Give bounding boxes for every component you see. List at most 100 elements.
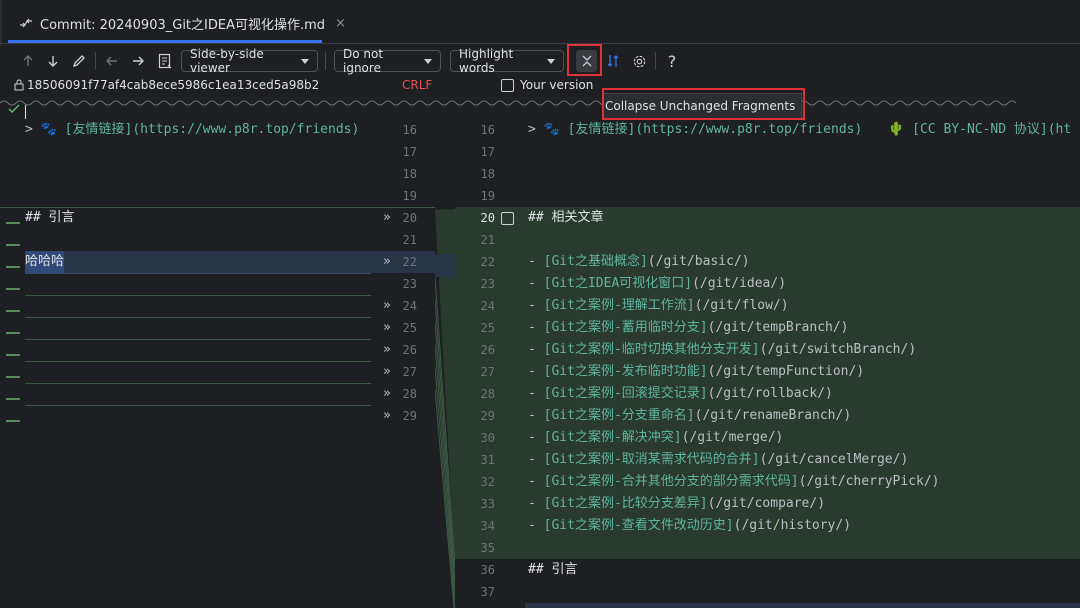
highlight-box [567,44,602,76]
left-modified-text: 哈哈哈 [25,251,65,273]
related-article-item: - [Git之案例-解决冲突](/git/merge/) [528,430,784,445]
modified-line-bg [525,603,1080,608]
right-pane[interactable]: > 🐾 [友情链接](https://www.p8r.top/friends) … [525,109,1080,608]
left-gutter: 16 17 18 19 20 » 21 22 » 23 24 » 25 » 26… [371,109,435,608]
paw-icon: 🐾 [40,122,57,137]
cactus-icon: 🌵 [888,122,905,137]
line-number: 25 [480,321,495,335]
left-heading: ## 引言 [25,210,75,225]
related-article-item: - [Git之案例-发布临时功能](/git/tempFunction/) [528,364,865,379]
line-number: 30 [480,431,495,445]
related-article-item: - [Git之案例-蓄用临时分支](/git/tempBranch/) [528,320,849,335]
sync-scroll-icon[interactable] [604,50,624,72]
line-number: 29 [480,409,495,423]
line-number: 26 [480,343,495,357]
line-number: 21 [480,233,495,247]
line-number: 24 [402,299,417,313]
file-list-icon[interactable] [155,50,175,72]
line-number: 27 [402,365,417,379]
left-line-16: > 🐾 [友情链接](https://www.p8r.top/friends) [25,122,360,137]
modified-line-bg [25,251,371,273]
line-number: 28 [480,387,495,401]
apply-change-icon[interactable]: » [383,405,391,427]
line-number: 23 [402,277,417,291]
related-article-item: - [Git之案例-合并其他分支的部分需求代码](/git/cherryPick… [528,474,940,489]
toolbar-separator [325,52,326,70]
apply-change-icon[interactable]: » [383,207,391,229]
related-article-item: - [Git之案例-回滚提交记录](/git/rollback/) [528,386,833,401]
revision-hash: 18506091f77af4cab8ece5986c1ea13ced5a98b2 [27,78,320,92]
apply-change-icon[interactable]: » [383,361,391,383]
apply-change-icon[interactable]: » [383,383,391,405]
collapsed-fragment-divider[interactable] [0,97,1080,109]
change-marker [6,266,20,268]
change-marker [6,310,20,312]
change-marker [6,354,20,356]
line-number: 32 [480,475,495,489]
prev-file-icon[interactable] [102,50,122,72]
related-article-item: - [Git之IDEA可视化窗口](/git/idea/) [528,276,787,291]
chevron-down-icon [301,58,309,64]
fragment-line [25,383,371,384]
whitespace-ignore-dropdown[interactable]: Do not ignore [334,47,441,75]
diff-info-row: 18506091f77af4cab8ece5986c1ea13ced5a98b2… [0,76,1080,96]
next-difference-icon[interactable] [43,50,63,72]
apply-change-icon[interactable]: » [383,339,391,361]
apply-change-icon[interactable]: » [383,317,391,339]
edit-source-icon[interactable] [69,50,89,72]
commit-icon [18,15,34,31]
diff-connector [435,109,455,608]
line-number: 20 [480,211,495,225]
chevron-down-icon [424,58,432,64]
line-number: 21 [402,233,417,247]
line-number: 19 [480,189,495,203]
help-icon[interactable]: ? [663,50,681,72]
change-marker [6,288,20,290]
line-number: 25 [402,321,417,335]
check-icon [8,99,20,118]
lock-icon [14,79,24,94]
line-number: 16 [402,123,417,137]
highlight-mode-dropdown[interactable]: Highlight words [450,47,564,75]
line-number: 34 [480,519,495,533]
change-marker [6,376,20,378]
prev-difference-icon[interactable] [18,50,38,72]
tab-bar: Commit: 20240903_Git之IDEA可视化操作.md × [0,0,1080,46]
fragment-line [25,273,371,274]
line-number: 22 [480,255,495,269]
toolbar-separator [95,52,96,70]
tab-title: Commit: 20240903_Git之IDEA可视化操作.md [40,17,326,33]
line-number: 22 [402,255,417,269]
tab-commit-diff[interactable]: Commit: 20240903_Git之IDEA可视化操作.md × [8,6,356,40]
close-icon[interactable]: × [335,16,346,31]
line-number: 18 [402,167,417,181]
left-edge [0,0,2,46]
left-pane[interactable]: > 🐾 [友情链接](https://www.p8r.top/friends) … [0,104,371,608]
line-number: 16 [480,123,495,137]
tooltip-highlight-box [602,88,805,120]
line-number: 33 [480,497,495,511]
line-ending-badge[interactable]: CRLF [402,78,432,92]
change-marker [6,244,20,246]
line-number: 20 [402,211,417,225]
line-number: 37 [480,585,495,599]
related-article-item: - [Git之基础概念](/git/basic/) [528,254,750,269]
line-number: 26 [402,343,417,357]
line-number: 17 [480,145,495,159]
line-number: 35 [480,541,495,555]
line-number: 28 [402,387,417,401]
apply-change-icon[interactable]: » [383,295,391,317]
related-article-item: - [Git之案例-分支重命名](/git/renameBranch/) [528,408,852,423]
change-marker [6,420,20,422]
line-number: 17 [402,145,417,159]
text-cursor [25,105,26,119]
viewer-mode-dropdown[interactable]: Side-by-side viewer [181,47,318,75]
include-change-checkbox[interactable] [501,212,514,225]
gear-icon[interactable] [629,50,649,72]
line-number: 36 [480,563,495,577]
next-file-icon[interactable] [128,50,148,72]
change-marker [6,398,20,400]
your-version-checkbox[interactable] [501,79,514,92]
change-marker [6,332,20,334]
apply-change-icon[interactable]: » [383,251,391,273]
